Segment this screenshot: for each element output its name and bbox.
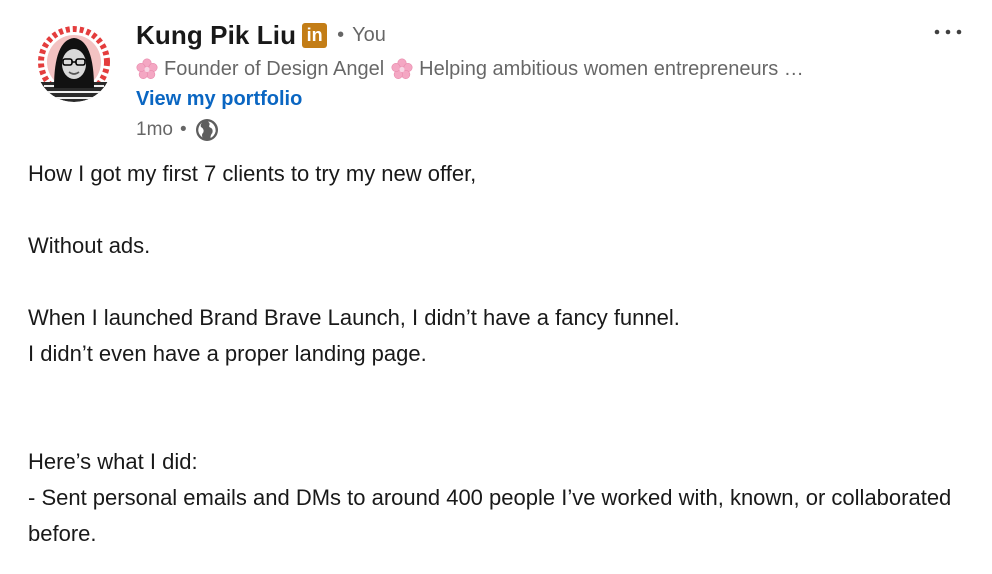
relation-label: You: [352, 23, 386, 46]
author-avatar[interactable]: [36, 26, 112, 102]
post-age[interactable]: 1mo: [136, 119, 173, 141]
globe-icon: [195, 119, 218, 141]
view-portfolio-link[interactable]: View my portfolio: [136, 84, 916, 114]
cherry-blossom-icon: [391, 58, 413, 79]
post-meta: 1mo •: [136, 114, 916, 146]
cherry-blossom-icon: [136, 58, 158, 79]
author-headline: Founder of Design Angel Helping ambitiou…: [136, 54, 916, 84]
post-body-line: [28, 408, 968, 444]
more-options-icon[interactable]: [928, 18, 968, 46]
post-body-line: I didn’t even have a proper landing page…: [28, 341, 427, 366]
headline-part-2: Helping ambitious women entrepreneurs …: [419, 57, 804, 80]
post-body-line: Here’s what I did:: [28, 449, 198, 474]
post-body-line: [28, 264, 968, 300]
author-name-row: Kung Pik Liu in • You: [136, 16, 916, 54]
post-body-line: [28, 372, 968, 408]
post-header: Kung Pik Liu in • You Founder of Design …: [136, 16, 916, 146]
separator-dot: •: [179, 119, 187, 140]
post-body-line: Without ads.: [28, 233, 151, 258]
linkedin-post: Kung Pik Liu in • You Founder of Design …: [0, 0, 992, 574]
post-body-line: - Sent personal emails and DMs to around…: [28, 485, 952, 546]
author-name[interactable]: Kung Pik Liu: [136, 20, 296, 51]
post-body: How I got my first 7 clients to try my n…: [28, 156, 968, 552]
post-body-line: How I got my first 7 clients to try my n…: [28, 161, 477, 186]
separator-dot: •: [337, 24, 345, 46]
headline-part-1: Founder of Design Angel: [164, 57, 385, 80]
post-body-line: When I launched Brand Brave Launch, I di…: [28, 305, 680, 330]
post-body-line: [28, 192, 968, 228]
linkedin-premium-icon: in: [302, 22, 328, 48]
